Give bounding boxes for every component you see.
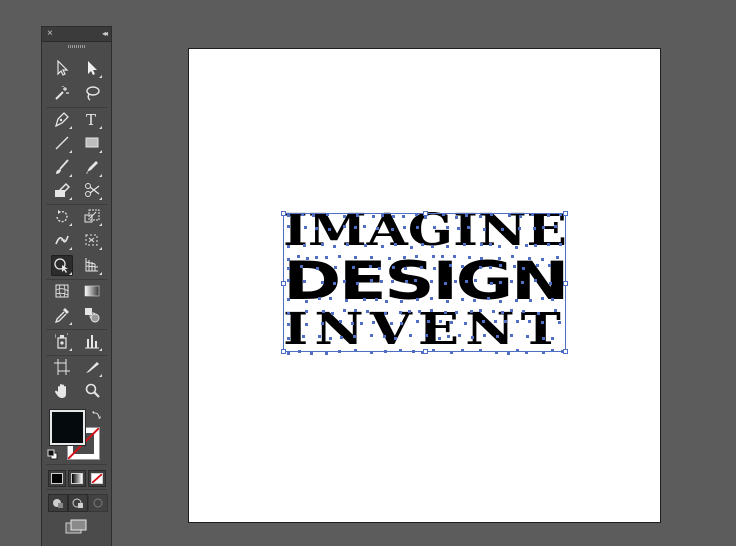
lasso-tool[interactable] <box>81 83 103 104</box>
shape-builder-icon <box>54 258 68 273</box>
arrow-icon <box>57 60 69 76</box>
slice-tool[interactable] <box>81 357 103 378</box>
draw-inside-button[interactable] <box>88 494 108 512</box>
free-transform-tool[interactable] <box>81 230 103 251</box>
shaper-icon <box>55 182 70 197</box>
swap-fill-stroke-icon[interactable] <box>91 408 102 426</box>
panel-grip-icon[interactable] <box>68 45 86 48</box>
none-mode-button[interactable] <box>88 470 106 487</box>
pen-tool[interactable] <box>51 109 73 130</box>
artwork-line-invent: INVENT <box>283 304 567 355</box>
artboard-tool[interactable] <box>51 357 73 378</box>
blend-tool[interactable] <box>81 305 103 326</box>
draw-normal-icon <box>53 499 63 508</box>
scissors-tool[interactable] <box>81 180 103 201</box>
pencil-tool[interactable] <box>81 157 103 178</box>
blend-icon <box>85 308 100 323</box>
scissors-icon <box>85 183 100 197</box>
column-graph-icon <box>85 335 99 349</box>
separator <box>46 489 107 490</box>
screen-mode-icon <box>65 519 87 534</box>
rotate-tool[interactable] <box>51 206 73 227</box>
rotate-icon <box>56 210 68 223</box>
gradient-icon <box>84 285 100 297</box>
shape-builder-tool[interactable] <box>51 255 73 276</box>
direct-arrow-icon <box>88 61 97 75</box>
close-icon[interactable]: × <box>47 27 53 40</box>
artwork-line-design: DESIGN <box>283 251 570 312</box>
hand-icon <box>55 384 66 398</box>
rectangle-icon <box>85 137 99 148</box>
separator <box>46 107 107 108</box>
free-transform-icon <box>85 234 98 246</box>
selection-tool[interactable] <box>51 58 73 79</box>
color-mode-button[interactable] <box>48 470 66 487</box>
draw-behind-icon <box>72 498 83 508</box>
separator <box>46 204 107 205</box>
tools-panel: × ◂◂ T <box>41 26 112 546</box>
default-fill-stroke-icon[interactable] <box>47 447 58 465</box>
color-icon <box>51 473 63 484</box>
magic-wand-icon <box>55 86 69 100</box>
gradient-mode-button[interactable] <box>68 470 86 487</box>
eyedropper-tool[interactable] <box>51 305 73 326</box>
type-icon: T <box>86 111 96 127</box>
pencil-icon <box>86 161 98 174</box>
draw-inside-icon <box>93 498 103 508</box>
artboard[interactable]: IMAGINE DESIGN INVENT <box>188 48 661 523</box>
scale-icon <box>84 209 100 223</box>
brush-icon <box>56 159 69 174</box>
direct-selection-tool[interactable] <box>81 58 103 79</box>
hand-tool[interactable] <box>51 381 73 402</box>
separator <box>46 355 107 356</box>
gradient-tool[interactable] <box>81 281 103 302</box>
symbol-sprayer-tool[interactable] <box>51 331 73 352</box>
magic-wand-tool[interactable] <box>51 83 73 104</box>
mesh-icon <box>55 284 69 298</box>
artwork-line-imagine: IMAGINE <box>283 205 567 256</box>
separator <box>46 329 107 330</box>
slice-icon <box>86 362 99 373</box>
draw-behind-button[interactable] <box>68 494 88 512</box>
separator <box>46 464 107 465</box>
width-tool[interactable] <box>51 230 73 251</box>
width-icon <box>55 235 69 245</box>
mesh-tool[interactable] <box>51 281 73 302</box>
pen-icon <box>55 112 69 127</box>
text-artwork[interactable]: IMAGINE DESIGN INVENT <box>283 205 570 355</box>
shaper-tool[interactable] <box>51 180 73 201</box>
rectangle-tool[interactable] <box>81 133 103 154</box>
screen-mode-button[interactable] <box>65 519 87 540</box>
collapse-icon[interactable]: ◂◂ <box>102 27 108 40</box>
line-segment-tool[interactable] <box>51 133 73 154</box>
none-icon <box>91 473 103 484</box>
perspective-grid-tool[interactable] <box>81 255 103 276</box>
fill-swatch[interactable] <box>50 410 85 445</box>
separator <box>46 279 107 280</box>
perspective-grid-icon <box>85 258 99 272</box>
gradient-swatch-icon <box>71 473 83 484</box>
artboard-icon <box>54 359 70 375</box>
scale-tool[interactable] <box>81 206 103 227</box>
eyedropper-icon <box>54 308 69 323</box>
column-graph-tool[interactable] <box>81 331 103 352</box>
tools-panel-titlebar[interactable]: × ◂◂ <box>42 27 111 42</box>
line-icon <box>55 136 69 150</box>
draw-normal-button[interactable] <box>48 494 68 512</box>
type-tool[interactable]: T <box>81 109 103 130</box>
zoom-tool[interactable] <box>81 381 103 402</box>
symbol-sprayer-icon <box>55 333 68 349</box>
lasso-icon <box>86 86 100 101</box>
paintbrush-tool[interactable] <box>51 157 73 178</box>
zoom-icon <box>85 383 100 398</box>
svg-text:T: T <box>86 111 96 127</box>
